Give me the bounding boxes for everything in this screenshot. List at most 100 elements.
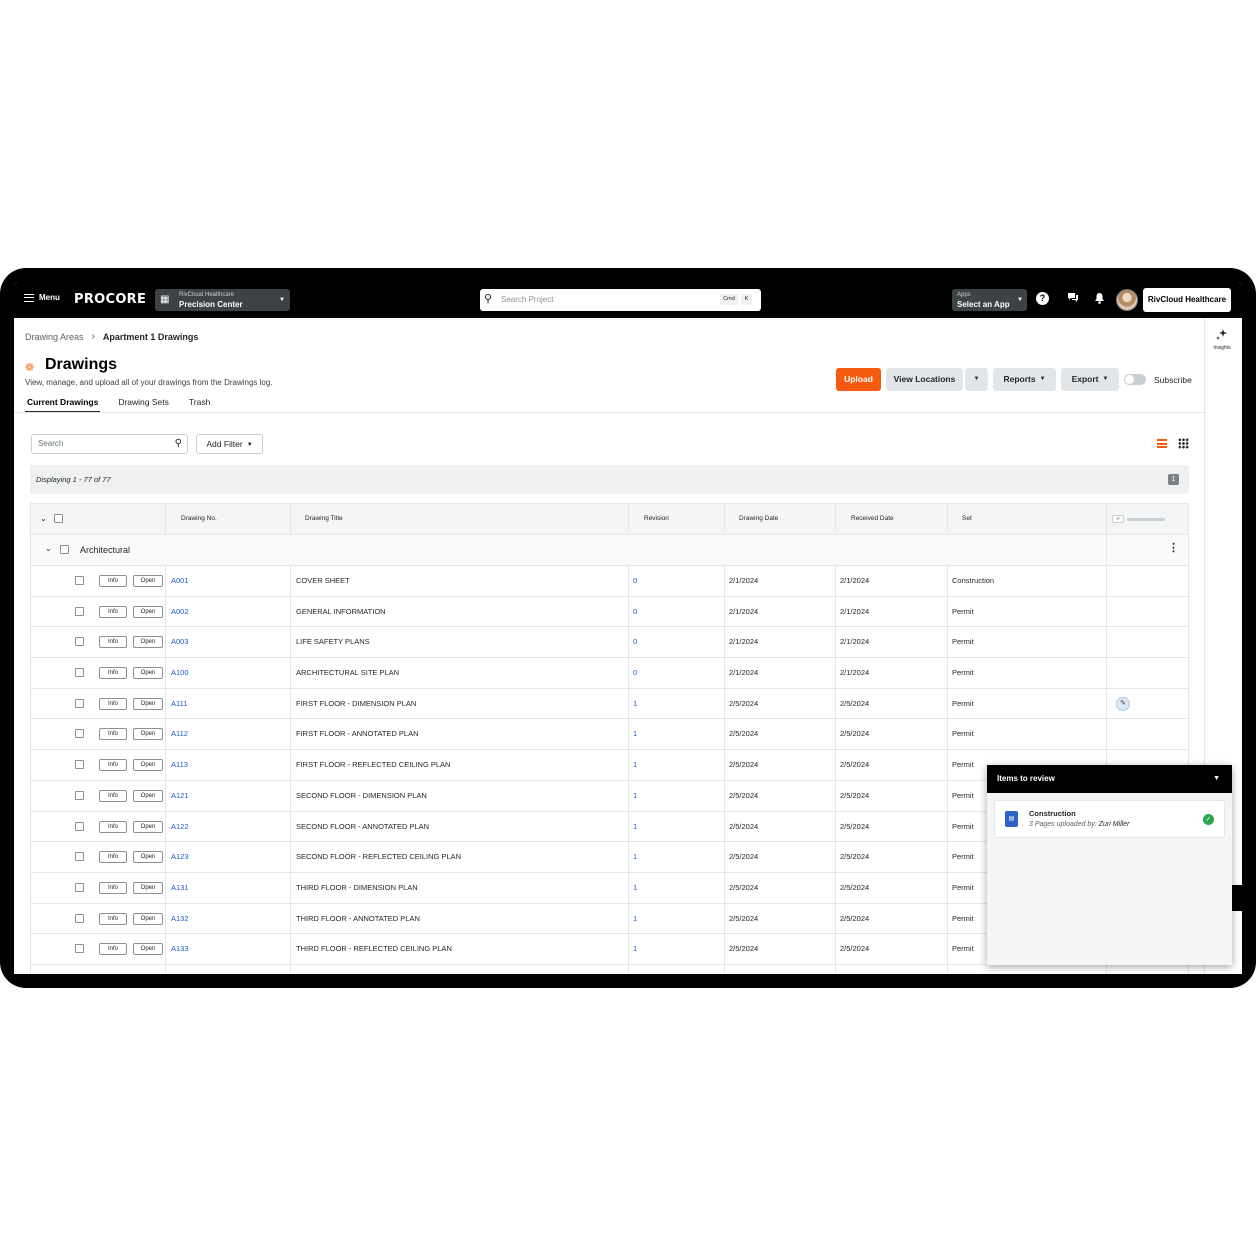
info-button[interactable]: Info [99,605,127,618]
view-locations-button[interactable]: View Locations [886,368,963,391]
cell-revision[interactable]: 1 [633,750,637,780]
row-checkbox[interactable] [75,790,84,800]
table-row[interactable]: Info Open A001 COVER SHEET 0 2/1/2024 2/1/2024… [30,566,1189,597]
subscribe-toggle[interactable] [1124,374,1146,385]
table-row[interactable]: InfoOpenA141PENTHOUSE/ROOF PLANS02/1/202… [30,964,1189,974]
column-width-slider[interactable] [1127,518,1165,521]
bell-icon[interactable] [1094,292,1105,307]
group-row-architectural[interactable]: ⌄ Architectural ⋮ [30,535,1189,566]
info-button[interactable]: Info [99,575,127,587]
more-options-icon[interactable]: ⋮ [1168,543,1179,554]
cell-revision[interactable]: 1 [633,781,637,811]
header-received-date[interactable]: Received Date [851,504,894,534]
cell-revision[interactable]: 0 [633,627,637,657]
cell-revision[interactable]: 1 [633,812,637,842]
tab-current-drawings[interactable]: Current Drawings [25,395,101,413]
cell-revision[interactable]: 1 [633,842,637,872]
cell-drawing-no[interactable]: A001 [171,566,189,596]
open-button[interactable]: Open [133,605,163,618]
add-filter-button[interactable]: Add Filter ▼ [196,434,263,454]
open-button[interactable]: Open [133,912,163,925]
cell-drawing-no[interactable]: A131 [171,873,189,903]
open-button[interactable]: Open [133,728,163,741]
info-button[interactable]: Info [99,851,127,864]
cell-revision[interactable]: 0 [633,566,637,596]
cell-drawing-no[interactable]: A113 [171,750,188,780]
info-button[interactable]: Info [99,881,127,894]
cell-drawing-no[interactable]: A100 [171,658,189,688]
cell-revision[interactable]: 0 [633,965,637,974]
cell-revision[interactable]: 0 [633,597,637,627]
cell-drawing-no[interactable]: A122 [171,812,189,842]
info-button[interactable]: Info [99,759,127,772]
export-button[interactable]: Export ▼ [1061,368,1119,391]
open-button[interactable]: Open [133,881,163,894]
info-button[interactable]: Info [99,943,127,956]
row-checkbox[interactable] [75,882,84,892]
column-resize-icon[interactable]: ‹› [1112,515,1124,523]
breadcrumb-drawing-areas[interactable]: Drawing Areas [25,332,84,342]
row-checkbox[interactable] [75,729,84,739]
open-button[interactable]: Open [133,636,163,649]
row-checkbox[interactable] [75,606,84,616]
open-button[interactable]: Open [133,759,163,772]
open-button[interactable]: Open [133,789,163,802]
user-avatar[interactable] [1116,289,1138,311]
cell-drawing-no[interactable]: A002 [171,597,189,627]
cell-drawing-no[interactable]: A123 [171,842,189,872]
open-button[interactable]: Open [133,943,163,956]
header-drawing-title[interactable]: Drawing Title [305,504,343,534]
apps-picker[interactable]: Apps Select an App ▼ [952,289,1027,311]
cell-drawing-no[interactable]: A003 [171,627,189,657]
open-button[interactable]: Open [133,820,163,833]
open-button[interactable]: Open [133,667,163,680]
review-item-card[interactable]: ▤ Construction 3 Pages uploaded by: Zuri… [994,800,1225,838]
table-row[interactable]: Info Open A002 GENERAL INFORMATION 0 2/1/2024… [30,596,1189,628]
open-button[interactable]: Open [133,851,163,864]
page-number-badge[interactable]: 1 [1168,474,1179,485]
chevron-down-icon[interactable]: ⌄ [45,544,52,553]
cell-revision[interactable]: 1 [633,873,637,903]
info-button[interactable]: Info [99,912,127,925]
row-checkbox[interactable] [75,852,84,862]
header-drawing-date[interactable]: Drawing Date [739,504,778,534]
reports-button[interactable]: Reports ▼ [993,368,1056,391]
header-revision[interactable]: Revision [644,504,669,534]
chat-icon[interactable] [1067,292,1079,307]
info-button[interactable]: Info [99,820,127,833]
help-icon[interactable]: ? [1036,292,1049,305]
row-checkbox[interactable] [75,576,84,585]
header-set[interactable]: Set [962,504,972,534]
procore-logo[interactable]: PROCORE [74,292,146,307]
cell-drawing-no[interactable]: A111 [171,689,187,719]
row-checkbox[interactable] [75,944,84,954]
table-row[interactable]: Info Open A111 FIRST FLOOR - DIMENSION PLAN… [30,688,1189,720]
cell-drawing-no[interactable]: A132 [171,904,189,934]
markup-icon[interactable]: ✎ [1116,696,1130,711]
row-checkbox[interactable] [75,760,84,770]
chevron-down-icon[interactable]: ▼ [1213,765,1220,793]
cell-revision[interactable]: 1 [633,689,637,719]
info-button[interactable]: Info [99,697,127,710]
review-panel-header[interactable]: Items to review ▼ [987,765,1232,793]
insights-button[interactable]: Insights [1208,328,1236,351]
chevron-down-icon[interactable]: ⌄ [40,514,47,523]
row-checkbox[interactable] [75,913,84,923]
table-row[interactable]: Info Open A112 FIRST FLOOR - ANNOTATED PLAN… [30,719,1189,751]
search-project-input[interactable]: ⚲ Search Project Cmd K [480,289,761,311]
view-locations-dropdown[interactable]: ▼ [965,368,988,391]
cell-drawing-no[interactable]: A121 [171,781,189,811]
help-side-tab[interactable] [1232,885,1242,911]
cell-drawing-no[interactable]: A112 [171,719,188,749]
row-checkbox[interactable] [75,698,84,708]
info-button[interactable]: Info [99,789,127,802]
table-row[interactable]: Info Open A003 LIFE SAFETY PLANS 0 2/1/2024 2/… [30,627,1189,659]
group-checkbox[interactable] [60,545,69,554]
row-checkbox[interactable] [75,637,84,647]
table-row[interactable]: Info Open A100 ARCHITECTURAL SITE PLAN 0 2/1/… [30,658,1189,689]
open-button[interactable]: Open [133,575,163,587]
cell-revision[interactable]: 1 [633,904,637,934]
cell-drawing-no[interactable]: A133 [171,934,189,964]
cell-revision[interactable]: 1 [633,719,637,749]
select-all-checkbox[interactable] [54,514,63,523]
